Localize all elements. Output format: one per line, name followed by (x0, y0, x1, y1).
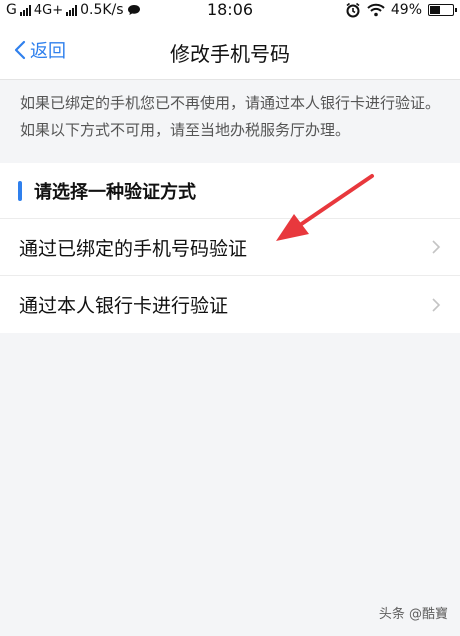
watermark: 头条 @酷寶 (379, 603, 448, 622)
watermark-text: 头条 @酷寶 (378, 607, 448, 622)
status-left: G 4G+ 0.5K/s (6, 2, 206, 18)
battery-icon (428, 4, 457, 16)
chevron-right-icon (432, 240, 441, 254)
network-label: 4G+ (33, 2, 64, 18)
signal-icon (19, 4, 31, 16)
status-bar: G 4G+ 0.5K/s 18:06 49% (0, 0, 460, 20)
notice-text: 如果已绑定的手机您已不再使用，请通过本人银行卡进行验证。如果以下方式不可用，请至… (0, 81, 460, 159)
status-right: 49% (345, 2, 457, 18)
navigation-bar: 返回 修改手机号码 (0, 20, 460, 80)
message-bubble-icon (127, 5, 140, 15)
alarm-icon (346, 2, 360, 18)
option-label: 通过已绑定的手机号码验证 (19, 237, 248, 260)
option-verify-bound-phone[interactable]: 通过已绑定的手机号码验证 (0, 219, 460, 276)
speed-label: 0.5K/s (80, 2, 124, 18)
verification-section: 请选择一种验证方式 通过已绑定的手机号码验证 通过本人银行卡进行验证 (0, 163, 460, 333)
section-title: 请选择一种验证方式 (34, 181, 196, 203)
option-verify-bank-card[interactable]: 通过本人银行卡进行验证 (0, 276, 460, 333)
option-label: 通过本人银行卡进行验证 (19, 295, 229, 317)
signal-icon-2 (66, 4, 78, 16)
page-title: 修改手机号码 (170, 42, 290, 66)
battery-percent: 49% (390, 2, 422, 18)
battery-fill (430, 6, 440, 14)
accent-bar (18, 180, 22, 201)
carrier-label: G (6, 2, 17, 18)
section-header: 请选择一种验证方式 (0, 163, 460, 219)
wifi-icon (367, 3, 385, 17)
chevron-right-icon (432, 297, 441, 312)
